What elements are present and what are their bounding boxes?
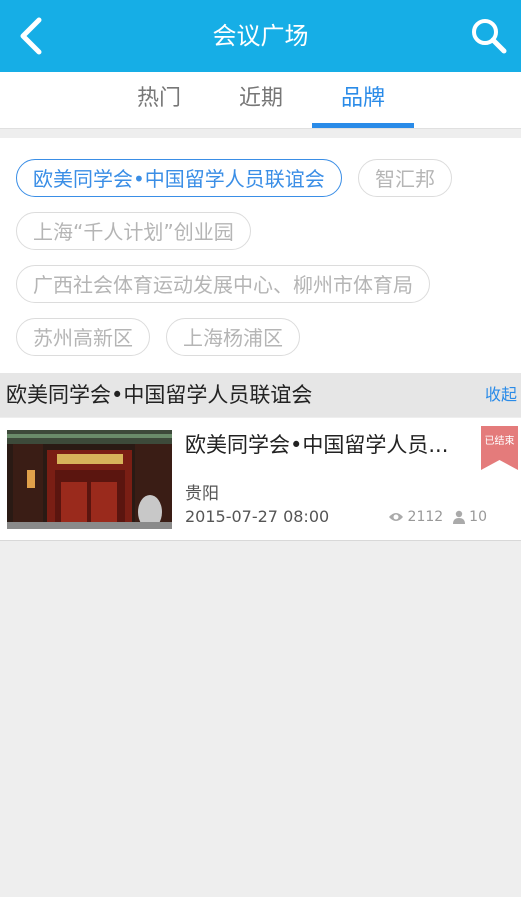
event-card[interactable]: 欧美同学会•中国留学人员... 贵阳 2015-07-27 08:00 2112… bbox=[0, 418, 521, 541]
search-button[interactable] bbox=[465, 10, 513, 62]
back-arrow-icon bbox=[20, 17, 42, 55]
top-app-bar: 会议广场 bbox=[0, 0, 521, 72]
event-stats: 2112 10 bbox=[388, 509, 487, 525]
collapse-button[interactable]: 收起 bbox=[485, 373, 517, 417]
search-icon bbox=[472, 19, 507, 54]
brand-chip-selected[interactable]: 欧美同学会•中国留学人员联谊会 bbox=[16, 159, 342, 197]
event-location: 贵阳 bbox=[185, 484, 219, 504]
brand-chip[interactable]: 苏州高新区 bbox=[16, 318, 150, 356]
event-title: 欧美同学会•中国留学人员... bbox=[185, 433, 449, 457]
tab-hot[interactable]: 热门 bbox=[108, 72, 210, 128]
brand-chip[interactable]: 上海杨浦区 bbox=[166, 318, 300, 356]
event-thumbnail bbox=[7, 430, 172, 529]
view-count: 2112 bbox=[407, 509, 444, 525]
eye-icon bbox=[388, 513, 403, 521]
event-datetime: 2015-07-27 08:00 bbox=[185, 507, 330, 526]
page-title: 会议广场 bbox=[212, 22, 309, 50]
back-button[interactable] bbox=[8, 10, 56, 62]
status-badge: 已结束 bbox=[481, 426, 518, 470]
tab-bar: 热门 近期 品牌 bbox=[0, 72, 521, 129]
brand-filter-panel: 欧美同学会•中国留学人员联谊会 智汇邦 上海“千人计划”创业园 广西社会体育运动… bbox=[0, 138, 521, 373]
tab-brand[interactable]: 品牌 bbox=[312, 72, 414, 128]
tab-recent[interactable]: 近期 bbox=[210, 72, 312, 128]
brand-chip[interactable]: 广西社会体育运动发展中心、柳州市体育局 bbox=[16, 265, 430, 303]
person-icon bbox=[453, 510, 466, 524]
brand-chip[interactable]: 上海“千人计划”创业园 bbox=[16, 212, 251, 250]
attendee-count: 10 bbox=[469, 509, 487, 525]
section-title: 欧美同学会•中国留学人员联谊会 bbox=[6, 383, 313, 407]
section-header: 欧美同学会•中国留学人员联谊会 收起 bbox=[0, 373, 521, 417]
brand-chip[interactable]: 智汇邦 bbox=[358, 159, 452, 197]
status-text: 已结束 bbox=[484, 436, 515, 447]
